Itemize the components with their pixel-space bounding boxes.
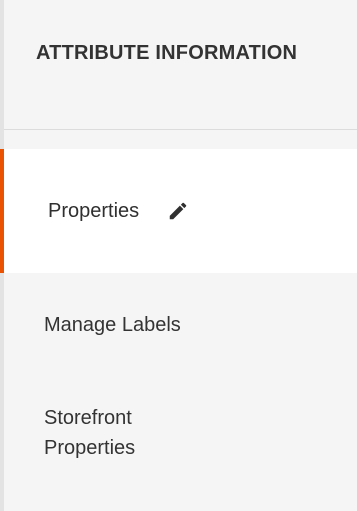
attribute-info-sidebar: ATTRIBUTE INFORMATION Properties Manage … bbox=[0, 0, 357, 511]
sidebar-title: ATTRIBUTE INFORMATION bbox=[4, 0, 357, 130]
tab-properties-label: Properties bbox=[48, 200, 140, 222]
edit-pencil-icon bbox=[167, 200, 189, 222]
attribute-tabs-nav: Properties Manage Labels Storefront Prop… bbox=[0, 149, 357, 463]
tab-storefront-properties[interactable]: Storefront Properties bbox=[4, 377, 357, 463]
tab-manage-labels[interactable]: Manage Labels bbox=[4, 273, 357, 377]
tab-storefront-properties-label: Storefront Properties bbox=[44, 407, 136, 459]
tab-properties[interactable]: Properties bbox=[0, 149, 357, 273]
tab-manage-labels-label: Manage Labels bbox=[44, 314, 181, 336]
